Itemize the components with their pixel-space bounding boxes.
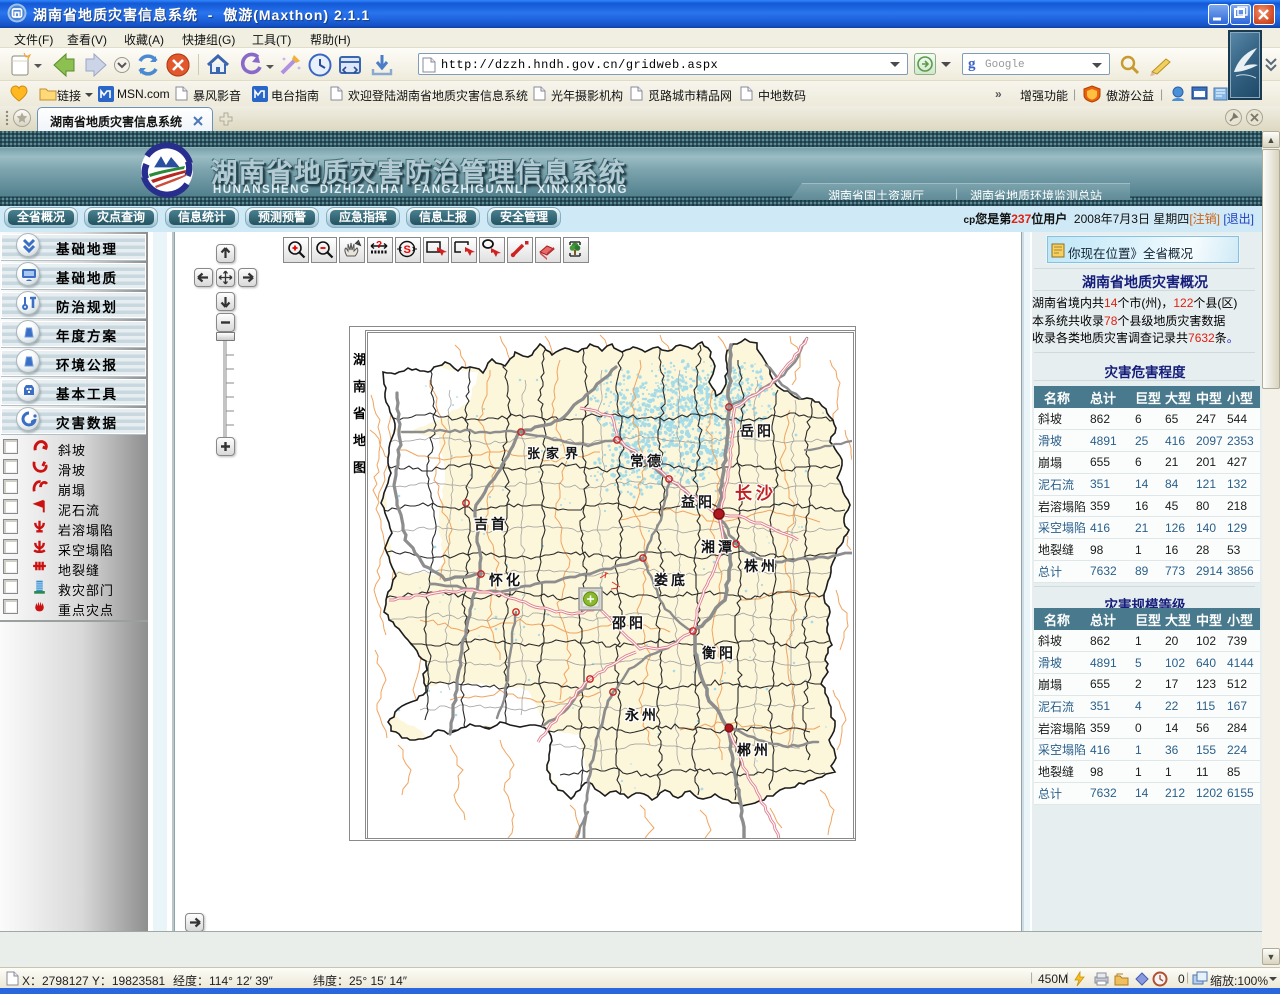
svg-text:?: ? [376, 240, 382, 251]
svg-text:张家界: 张家界 [527, 446, 584, 461]
svg-text:常德: 常德 [630, 453, 664, 469]
svg-text:永州: 永州 [624, 707, 659, 723]
svg-text:邵阳: 邵阳 [611, 615, 646, 631]
svg-text:湘潭: 湘潭 [701, 539, 735, 555]
svg-text:娄底: 娄底 [654, 572, 688, 588]
svg-text:S: S [404, 244, 411, 256]
svg-text:衡阳: 衡阳 [702, 645, 736, 661]
svg-text:怀化: 怀化 [489, 572, 523, 588]
svg-text:岳阳: 岳阳 [740, 423, 774, 439]
svg-text:株州: 株州 [744, 558, 778, 574]
svg-text:长沙: 长沙 [735, 483, 777, 503]
svg-text:吉首: 吉首 [474, 516, 508, 532]
svg-text:郴州: 郴州 [737, 742, 771, 758]
svg-text:益阳: 益阳 [681, 494, 715, 510]
